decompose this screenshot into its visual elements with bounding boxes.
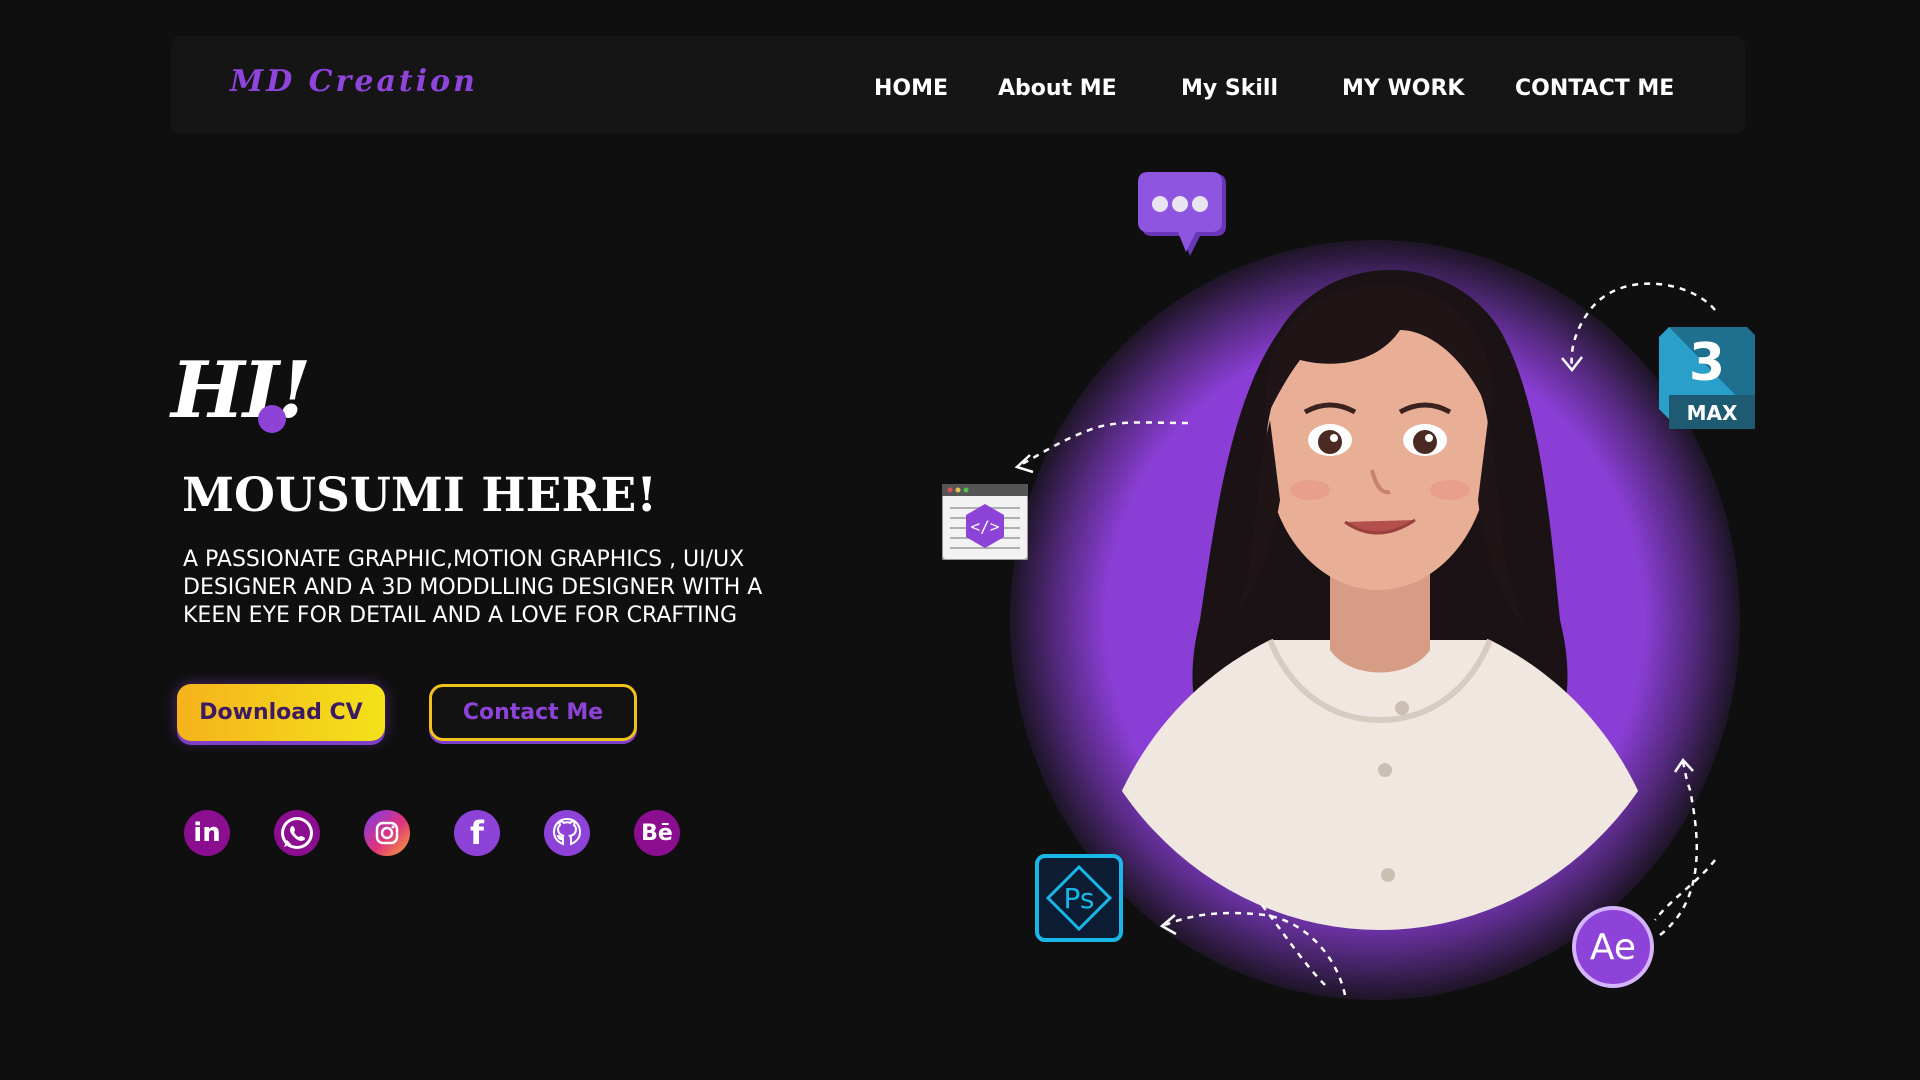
after-effects-label: Ae (1589, 926, 1637, 968)
code-window-icon: </> (942, 484, 1028, 560)
svg-text:</>: </> (971, 517, 1000, 536)
3ds-max-number: 3 (1688, 333, 1726, 393)
chat-bubble-icon (1138, 172, 1226, 256)
photoshop-icon: Ps (1035, 854, 1123, 942)
3ds-max-icon: 3 MAX (1659, 327, 1755, 429)
photoshop-label: Ps (1063, 881, 1095, 915)
after-effects-icon: Ae (1572, 906, 1654, 988)
3ds-max-label: MAX (1686, 401, 1738, 425)
